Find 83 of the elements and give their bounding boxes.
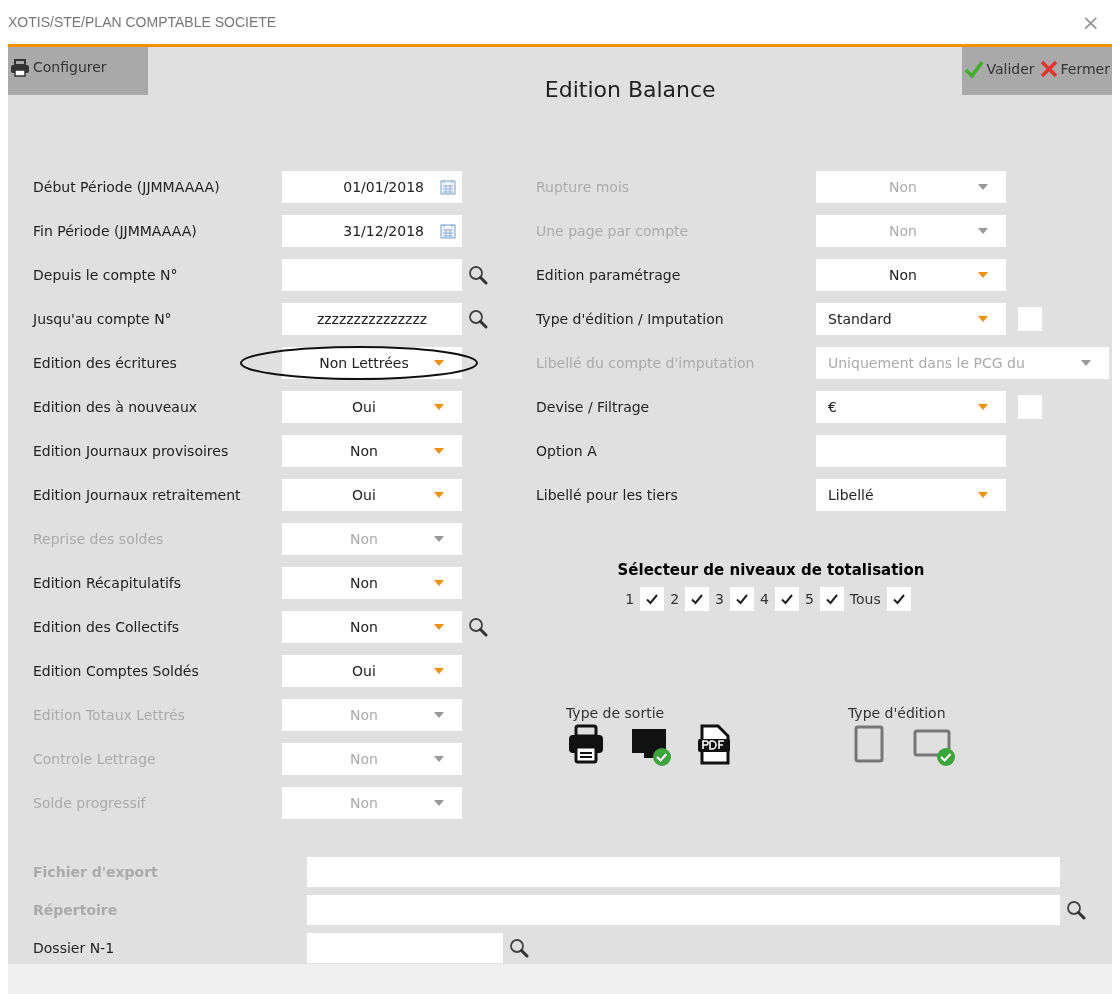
checkbox-label: 2 [670,591,680,607]
dropdown-arrow-icon [434,624,444,630]
field-label: Depuis le compte N° [32,267,179,283]
dropdown-arrow-icon [978,492,988,498]
field-label: Edition Journaux retraitement [32,487,242,503]
text-field[interactable] [282,259,462,291]
field-label: Edition Récapitulatifs [32,575,183,591]
search-icon[interactable] [509,938,529,958]
dropdown-arrow-icon [1081,360,1091,366]
dropdown[interactable]: Non Lettrées [282,347,462,379]
search-icon[interactable] [468,265,488,285]
dropdown-arrow-icon [434,800,444,806]
text-field[interactable] [307,895,1060,925]
dropdown-arrow-icon [434,360,444,366]
text-field[interactable] [307,933,503,963]
dropdown[interactable]: € [816,391,1006,423]
dropdown[interactable]: Oui [282,479,462,511]
checkbox[interactable] [819,587,844,611]
dropdown-arrow-icon [434,712,444,718]
close-icon [1038,59,1059,79]
dropdown-arrow-icon [434,404,444,410]
group-label: Type de sortie [566,705,666,721]
checkbox[interactable] [1018,395,1042,419]
checkbox[interactable] [730,587,754,611]
checkbox[interactable] [774,587,799,611]
checkbox[interactable] [1018,307,1042,331]
date-field[interactable]: 01/01/2018 [282,171,462,203]
field-label: Début Période (JJMMAAAA) [32,179,221,195]
dropdown-arrow-icon [434,580,444,586]
dropdown[interactable]: Oui [282,391,462,423]
field-label: Edition Journaux provisoires [32,443,230,459]
dropdown[interactable]: Non [282,567,462,599]
dropdown-arrow-icon [434,756,444,762]
dropdown-arrow-icon [434,668,444,674]
field-label: Libellé pour les tiers [536,487,679,503]
dialog-heading: Edition Balance [544,77,716,102]
date-field[interactable]: 31/12/2018 [282,215,462,247]
text-field[interactable] [816,435,1006,467]
dropdown[interactable]: Libellé [816,479,1006,511]
search-icon[interactable] [468,309,488,329]
field-label: Jusqu'au compte N° [31,311,173,327]
section-title: Sélecteur de niveaux de totalisation [617,561,925,579]
dropdown[interactable]: Non [282,435,462,467]
checkbox[interactable] [640,587,665,611]
dropdown[interactable]: Oui [282,655,462,687]
dropdown-arrow-icon [978,228,988,234]
checkbox-label: 1 [625,591,635,607]
dropdown-arrow-icon [978,184,988,190]
text-field[interactable]: zzzzzzzzzzzzzzz [282,303,462,335]
field-label: Fin Période (JJMMAAAA) [32,223,198,239]
search-icon[interactable] [468,617,488,637]
close-form-button[interactable]: Fermer [1036,59,1112,79]
dropdown-arrow-icon [434,536,444,542]
field-label: Devise / Filtrage [536,399,651,415]
field-label: Option A [536,443,598,459]
checkbox-label: 3 [715,591,724,607]
checkbox-label: 5 [804,591,814,607]
field-label: Edition des à nouveaux [32,399,199,415]
field-label: Type d'édition / Imputation [536,311,725,327]
validate-button[interactable]: Valider [962,59,1037,79]
field-label: Dossier N-1 [32,940,116,956]
printer-icon [10,59,30,77]
configure-button[interactable]: Configurer [8,47,148,95]
checkmark-icon [964,59,985,79]
dropdown[interactable]: Non [816,259,1006,291]
window-title: XOTIS/STE/PLAN COMPTABLE SOCIETE [8,14,277,30]
checkbox[interactable] [886,587,911,611]
group-label: Type d'édition [848,705,947,721]
field-label: Edition des Collectifs [32,619,181,635]
dropdown-arrow-icon [978,404,988,410]
dropdown-arrow-icon [978,316,988,322]
dropdown-arrow-icon [434,448,444,454]
dropdown-arrow-icon [434,492,444,498]
dropdown-arrow-icon [978,272,988,278]
field-label: Edition Comptes Soldés [32,663,200,679]
text-field[interactable] [307,857,1060,887]
checkbox-label: Tous [849,591,881,607]
field-label: Edition paramétrage [536,267,682,283]
dropdown[interactable]: Non [282,611,462,643]
field-label: Edition des écritures [32,355,178,371]
dropdown[interactable]: Standard [816,303,1006,335]
checkbox[interactable] [685,587,710,611]
checkbox-label: 4 [760,591,769,607]
